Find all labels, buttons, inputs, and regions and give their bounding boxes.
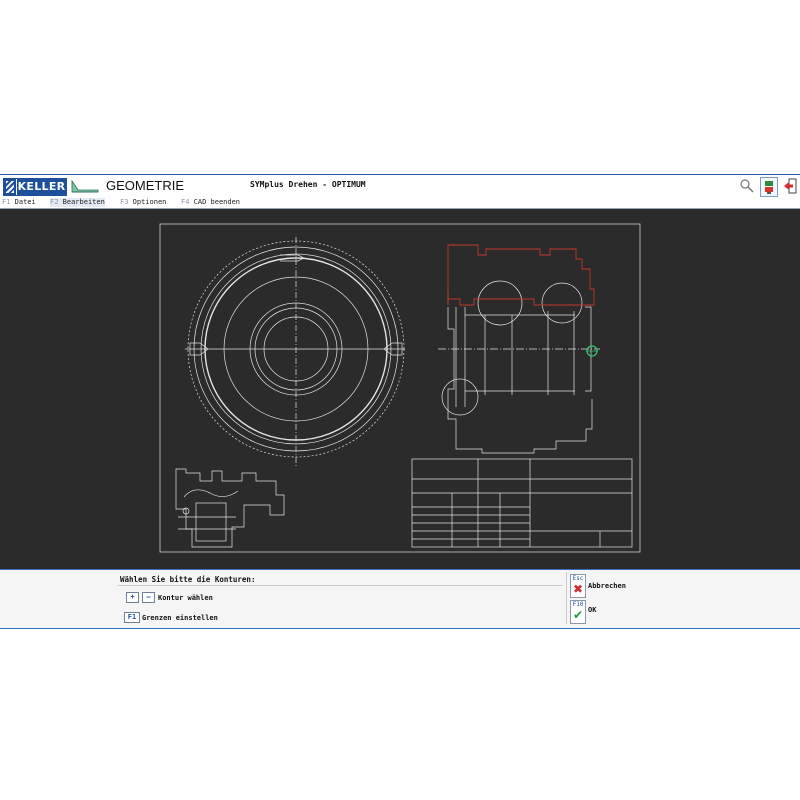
front-view (185, 237, 405, 467)
plus-key-button[interactable]: + (126, 592, 139, 603)
cancel-label[interactable]: Abbrechen (588, 582, 626, 590)
menu-item-datei[interactable]: F1 Datei (2, 198, 36, 207)
search-icon[interactable] (739, 178, 755, 194)
prompt-text: Wählen Sie bitte die Konturen: (120, 575, 256, 584)
plugin-button[interactable] (760, 177, 778, 197)
module-title: GEOMETRIE (106, 178, 185, 193)
cad-window: KELLER GEOMETRIE SYMplus Drehen - OPTIMU… (0, 174, 800, 629)
panel-divider (566, 572, 567, 624)
geometry-module-icon (71, 179, 99, 193)
ok-button[interactable]: F10 ✔ (570, 600, 586, 624)
cross-icon: ✖ (572, 582, 584, 596)
drawing-canvas[interactable] (0, 209, 800, 569)
drawing-frame (159, 223, 641, 553)
exit-icon[interactable] (783, 178, 797, 194)
cancel-button[interactable]: Esc ✖ (570, 574, 586, 598)
limits-label[interactable]: Grenzen einstellen (142, 614, 218, 622)
menu-item-optionen[interactable]: F3 Optionen (120, 198, 166, 207)
title-block (411, 458, 633, 548)
esc-key-label: Esc (572, 575, 584, 582)
logo-text: KELLER (16, 179, 66, 195)
side-view (438, 280, 600, 454)
f1-key-button[interactable]: F1 (124, 612, 140, 623)
prompt-underline (118, 585, 563, 586)
keller-logo: KELLER (3, 178, 67, 196)
menu-item-cad-beenden[interactable]: F4 CAD beenden (181, 198, 240, 207)
detail-view (175, 468, 285, 548)
minus-key-button[interactable]: – (142, 592, 155, 603)
menu-bar: F1 Datei F2 Bearbeiten F3 Optionen F4 CA… (0, 197, 800, 209)
ok-label[interactable]: OK (588, 606, 596, 614)
plugin-icon (765, 181, 773, 194)
checkmark-icon: ✔ (572, 608, 584, 622)
contour-select-label[interactable]: Kontur wählen (158, 594, 213, 602)
command-panel: Wählen Sie bitte die Konturen: + – Kontu… (0, 569, 800, 629)
f10-key-label: F10 (572, 601, 584, 608)
app-title: SYMplus Drehen - OPTIMUM (250, 180, 366, 189)
title-bar: KELLER GEOMETRIE SYMplus Drehen - OPTIMU… (0, 175, 800, 198)
cad-drawing (159, 223, 641, 553)
logo-mark (4, 179, 16, 195)
menu-item-bearbeiten[interactable]: F2 Bearbeiten (50, 198, 105, 207)
